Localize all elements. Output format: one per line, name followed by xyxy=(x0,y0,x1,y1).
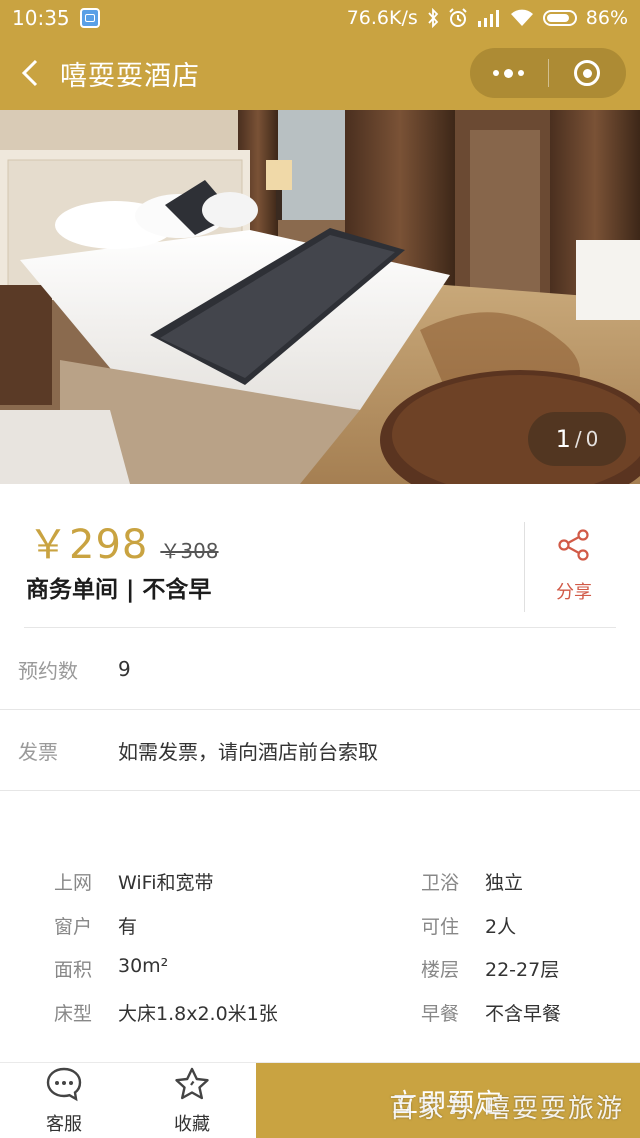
nav-bar: 嘻耍耍酒店 xyxy=(0,36,640,110)
facility-label: 上网 xyxy=(54,872,93,895)
photo-separator: / xyxy=(574,427,582,451)
chevron-left-icon[interactable] xyxy=(0,36,60,110)
alarm-icon xyxy=(448,8,468,28)
bluetooth-icon xyxy=(427,8,439,28)
share-label: 分享 xyxy=(556,582,592,603)
status-bar: 10:35 76.6K/s 86% xyxy=(0,0,640,36)
battery-icon xyxy=(542,10,577,26)
room-photo[interactable]: 1 / 0 xyxy=(0,110,640,484)
share-icon xyxy=(557,528,591,566)
facility-row: 窗户 有 可住 2人 xyxy=(54,904,614,948)
facility-label: 床型 xyxy=(54,1002,93,1025)
star-icon xyxy=(173,1066,211,1106)
bottom-action-bar: 客服 收藏 立即预定 百家号/嘻耍耍旅游 xyxy=(0,1062,640,1138)
room-name: 商务单间 | 不含早 xyxy=(26,577,212,603)
signal-icon xyxy=(477,9,501,27)
book-now-label: 立即预定 xyxy=(391,1088,504,1119)
battery-percent: 86% xyxy=(585,7,628,29)
facility-value: 大床1.8x2.0米1张 xyxy=(118,1002,278,1025)
invoice-label: 发票 xyxy=(18,739,58,764)
photo-total: 0 xyxy=(585,427,599,451)
bookings-label: 预约数 xyxy=(18,658,78,683)
photo-counter: 1 / 0 xyxy=(528,412,626,466)
facility-value: WiFi和宽带 xyxy=(118,872,214,895)
facility-label: 面积 xyxy=(54,959,93,982)
network-speed: 76.6K/s xyxy=(346,7,418,29)
facility-value: 有 xyxy=(118,915,138,938)
target-circle-icon[interactable] xyxy=(549,48,627,98)
customer-service-label: 客服 xyxy=(46,1114,82,1135)
mini-program-capsule xyxy=(470,48,626,98)
wifi-icon xyxy=(510,9,534,27)
status-time: 10:35 xyxy=(12,6,70,30)
favorite-label: 收藏 xyxy=(174,1114,210,1135)
bookings-value: 9 xyxy=(118,657,131,681)
share-divider xyxy=(524,522,525,612)
customer-service-button[interactable]: 客服 xyxy=(0,1063,128,1138)
room-price: ￥298 xyxy=(28,522,149,568)
book-now-button[interactable]: 立即预定 百家号/嘻耍耍旅游 xyxy=(256,1063,640,1138)
chat-bubble-icon xyxy=(45,1066,83,1106)
facility-row: 床型 大床1.8x2.0米1张 早餐 不含早餐 xyxy=(54,991,614,1035)
facility-label: 窗户 xyxy=(54,915,93,938)
share-button[interactable]: 分享 xyxy=(532,528,616,608)
facility-value: 22-27层 xyxy=(485,959,560,982)
room-summary: ￥298 ￥308 商务单间 | 不含早 分享 xyxy=(24,484,616,628)
invoice-row: 发票 如需发票，请向酒店前台索取 xyxy=(0,710,640,791)
facility-label: 可住 xyxy=(421,915,460,938)
facility-label: 楼层 xyxy=(421,959,460,982)
invoice-value: 如需发票，请向酒店前台索取 xyxy=(118,739,378,764)
facility-label: 卫浴 xyxy=(421,872,460,895)
facility-value: 2人 xyxy=(485,915,517,938)
facility-row: 上网 WiFi和宽带 卫浴 独立 xyxy=(54,860,614,904)
room-facilities: 上网 WiFi和宽带 卫浴 独立 窗户有 可住 2人 面积 30m² 楼层 22-27层 … xyxy=(54,860,614,1034)
favorite-button[interactable]: 收藏 xyxy=(128,1063,256,1138)
facility-value: 30m² xyxy=(118,955,169,978)
facility-row: 面积 30m² 楼层 22-27层 xyxy=(54,947,614,991)
page-title: 嘻耍耍酒店 xyxy=(60,60,200,92)
photo-current: 1 xyxy=(555,425,571,453)
bookings-row: 预约数 9 xyxy=(0,629,640,710)
more-dots-icon[interactable] xyxy=(470,48,548,98)
app-badge-icon xyxy=(79,8,100,28)
facility-value: 独立 xyxy=(485,872,524,895)
facility-value: 不含早餐 xyxy=(485,1002,562,1025)
facility-label: 早餐 xyxy=(421,1002,460,1025)
original-price: ￥308 xyxy=(160,539,219,563)
